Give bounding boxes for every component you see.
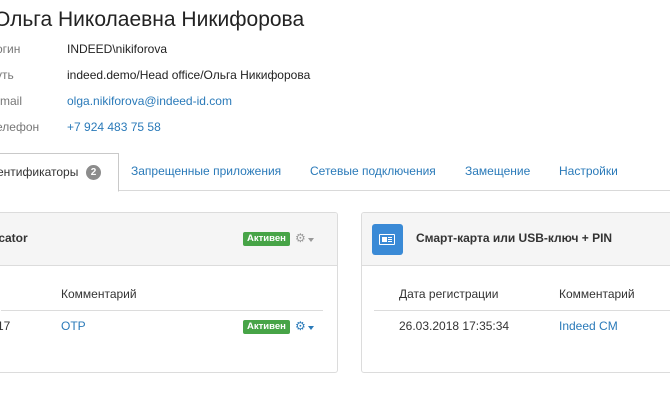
email-link[interactable]: olga.nikiforova@indeed-id.com	[67, 94, 232, 108]
email-label: -mail	[0, 94, 22, 108]
smart-card-icon	[372, 224, 403, 255]
tab-substitution[interactable]: Замещение	[465, 153, 530, 189]
login-value: INDEED\nikiforova	[67, 42, 168, 56]
row-divider	[1, 310, 323, 311]
authenticator-card-smartcard: Смарт-карта или USB-ключ + PIN Дата реги…	[361, 212, 670, 373]
row-date: 17	[0, 319, 11, 333]
path-value: indeed.demo/Head office/Ольга Никифорова	[67, 68, 311, 82]
column-header-date: Дата регистрации	[399, 287, 499, 301]
tab-authenticators-label: ентификаторы	[0, 165, 79, 179]
login-label: огин	[0, 42, 21, 56]
gear-icon[interactable]: ⚙	[295, 320, 306, 332]
gear-icon[interactable]: ⚙	[295, 232, 306, 244]
row-comment-link[interactable]: OTP	[61, 319, 86, 333]
column-header-comment: Комментарий	[559, 287, 635, 301]
card-title: Смарт-карта или USB-ключ + PIN	[416, 231, 613, 245]
phone-link[interactable]: +7 924 483 75 58	[67, 120, 161, 134]
user-full-name: Ольга Николаевна Никифорова	[0, 8, 305, 31]
card-header: Смарт-карта или USB-ключ + PIN	[362, 213, 670, 266]
tab-settings[interactable]: Настройки	[559, 153, 618, 189]
chevron-down-icon[interactable]	[308, 326, 314, 330]
row-divider	[374, 310, 670, 311]
row-date: 26.03.2018 17:35:34	[399, 319, 510, 333]
card-title: ticator	[0, 231, 28, 245]
status-badge: Активен	[243, 232, 290, 246]
authenticator-card-otp: ticator Активен ⚙ Комментарий 17 OTP Акт…	[0, 212, 338, 373]
chevron-down-icon[interactable]	[308, 238, 314, 242]
tab-authenticators[interactable]: ентификаторы 2	[0, 153, 119, 192]
tab-network-connections[interactable]: Сетевые подключения	[310, 153, 436, 189]
tab-blocked-apps[interactable]: Запрещенные приложения	[131, 153, 281, 189]
row-status-badge: Активен	[243, 320, 290, 334]
phone-label: елефон	[0, 120, 40, 134]
card-header: ticator Активен ⚙	[0, 213, 337, 266]
path-label: уть	[0, 68, 14, 82]
profile-tabs: ентификаторы 2 Запрещенные приложения Се…	[0, 153, 670, 192]
row-comment-link[interactable]: Indeed CM	[559, 319, 618, 333]
column-header-comment: Комментарий	[61, 287, 137, 301]
authenticators-count-badge: 2	[86, 165, 101, 180]
